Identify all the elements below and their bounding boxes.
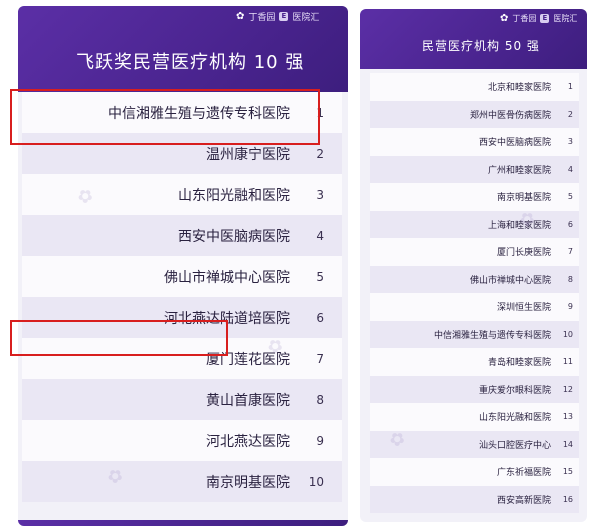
hospital-hub-icon: E [279,12,289,21]
list-item: 汕头口腔医疗中心 14 [370,430,579,458]
card-footer-bar [18,520,348,526]
card-header: ✿ 丁香园 E 医院汇 飞跃奖民营医疗机构 10 强 [18,6,348,92]
hospital-name: 郑州中医骨伤病医院 [469,110,551,121]
rank-number: 4 [567,164,573,174]
card-title: 飞跃奖民营医疗机构 10 强 [76,52,305,73]
rank-number: 3 [316,187,324,202]
hospital-name: 广州和睦家医院 [487,165,551,176]
card-title: 民营医疗机构 50 强 [422,39,540,53]
rank-number: 11 [562,357,573,367]
hospital-hub-icon: E [540,14,550,23]
brand-logo: ✿ 丁香园 E 医院汇 [236,10,319,23]
rank-number: 8 [567,274,573,284]
rank-number: 2 [316,146,324,161]
hospital-name: 汕头口腔医疗中心 [478,440,551,451]
hospital-name: 佛山市禅城中心医院 [164,269,290,286]
rank-number: 5 [316,269,324,284]
brand-name-2: 医院汇 [292,13,320,23]
rank-number: 6 [316,310,324,325]
hospital-name: 重庆爱尔眼科医院 [478,385,551,396]
list-item: 山东阳光融和医院 13 [370,403,579,431]
rank-number: 12 [562,384,573,394]
rank-number: 4 [316,228,324,243]
rank-number: 5 [567,192,573,202]
hospital-name: 南京明基医院 [206,474,290,491]
dxy-flower-icon: ✿ [500,13,509,24]
hospital-name: 西安中医脑病医院 [178,228,290,245]
hospital-name: 中信湘雅生殖与遗传专科医院 [433,330,551,341]
hospital-name: 南京明基医院 [496,193,551,204]
list-item: 中信湘雅生殖与遗传专科医院 10 [370,320,579,348]
list-item: 南京明基医院 5 [370,183,579,211]
list-item: 厦门长庚医院 7 [370,238,579,266]
rank-number: 10 [308,474,324,489]
dxy-flower-icon: ✿ [236,11,245,22]
list-item: 佛山市禅城中心医院 8 [370,265,579,293]
list-item: 黄山首康医院 8 [22,379,342,420]
hospital-name: 山东阳光融和医院 [178,187,290,204]
hospital-name: 温州康宁医院 [206,146,290,163]
highlight-box [10,320,228,356]
list-item: 西安中医脑病医院 4 [22,215,342,256]
rank-number: 13 [562,412,573,422]
rank-number: 3 [567,137,573,147]
list-item: 重庆爱尔眼科医院 12 [370,375,579,403]
hospital-name: 上海和睦家医院 [487,220,551,231]
hospital-name: 北京和睦家医院 [487,83,551,94]
list-item: 西安高新医院 16 [370,485,579,513]
rank-number: 7 [316,351,324,366]
rank-number: 9 [316,433,324,448]
rank-number: 10 [562,329,573,339]
rank-number: 7 [567,247,573,257]
rank-number: 8 [316,392,324,407]
hospital-name: 厦门长庚医院 [496,248,551,259]
top50-ranking-card: ✿ 丁香园 E 医院汇 民营医疗机构 50 强 北京和睦家医院 1 郑州中医骨伤病医… [360,9,587,522]
hospital-name: 广东祈福医院 [496,468,551,479]
ranking-list: 北京和睦家医院 1 郑州中医骨伤病医院 2 西安中医脑病医院 3 广州和睦家医院 4 南京明基医… [370,73,579,513]
list-item: 南京明基医院 10 [22,461,342,502]
hospital-name: 山东阳光融和医院 [478,413,551,424]
rank-number: 2 [567,109,573,119]
brand-name-1: 丁香园 [248,13,276,23]
list-item: 广州和睦家医院 4 [370,155,579,183]
hospital-name: 佛山市禅城中心医院 [469,275,551,286]
rank-number: 9 [567,302,573,312]
hospital-name: 黄山首康医院 [206,392,290,409]
list-item: 山东阳光融和医院 3 [22,174,342,215]
rank-number: 16 [562,494,573,504]
hospital-name: 西安高新医院 [496,495,551,506]
brand-name-2: 医院汇 [553,14,578,23]
list-item: 广东祈福医院 15 [370,458,579,486]
list-item: 西安中医脑病医院 3 [370,128,579,156]
ranking-list: 中信湘雅生殖与遗传专科医院 1 温州康宁医院 2 山东阳光融和医院 3 西安中医脑病医院 4 佛… [22,92,342,502]
list-item: 北京和睦家医院 1 [370,73,579,101]
list-item: 青岛和睦家医院 11 [370,348,579,376]
rank-number: 6 [567,219,573,229]
rank-number: 14 [562,439,573,449]
list-item: 河北燕达医院 9 [22,420,342,461]
rank-number: 15 [562,467,573,477]
card-header: ✿ 丁香园 E 医院汇 民营医疗机构 50 强 [360,9,587,69]
list-item: 郑州中医骨伤病医院 2 [370,100,579,128]
hospital-name: 西安中医脑病医院 [478,138,551,149]
list-item: 深圳恒生医院 9 [370,293,579,321]
list-item: 佛山市禅城中心医院 5 [22,256,342,297]
rank-number: 1 [567,82,573,92]
list-item: 上海和睦家医院 6 [370,210,579,238]
highlight-box [10,89,320,145]
hospital-name: 青岛和睦家医院 [487,358,551,369]
brand-name-1: 丁香园 [512,14,537,23]
brand-logo: ✿ 丁香园 E 医院汇 [500,13,577,24]
top10-ranking-card: ✿ 丁香园 E 医院汇 飞跃奖民营医疗机构 10 强 中信湘雅生殖与遗传专科医院… [18,6,348,526]
hospital-name: 河北燕达医院 [206,433,290,450]
hospital-name: 深圳恒生医院 [496,303,551,314]
